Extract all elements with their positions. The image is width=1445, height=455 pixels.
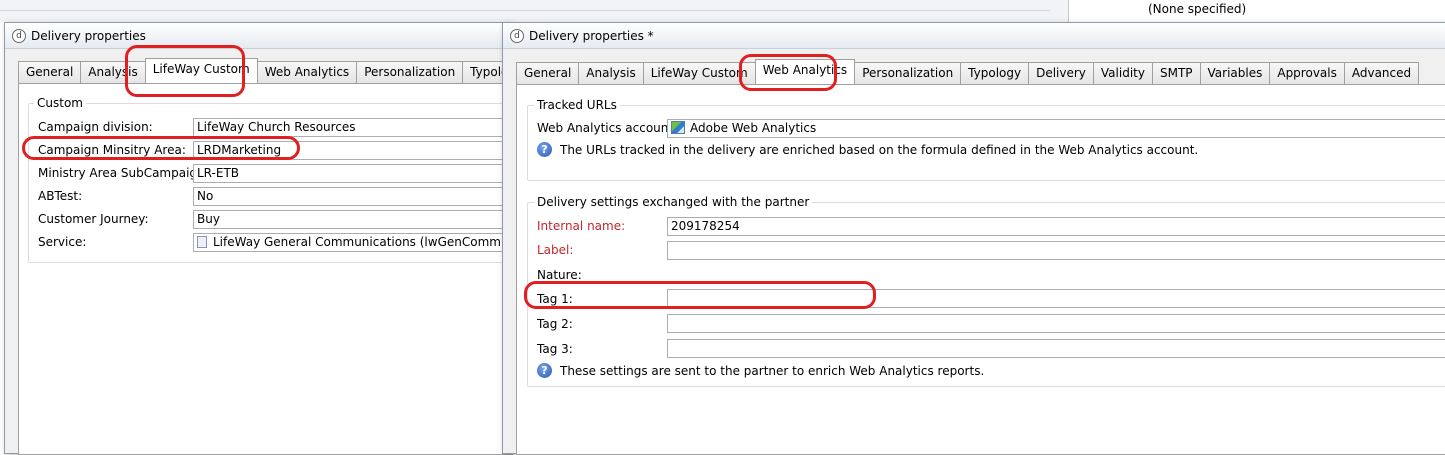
left-tab-panel: Custom Campaign division: LifeWay Church… bbox=[18, 83, 518, 455]
customer-journey-label: Customer Journey: bbox=[38, 212, 149, 226]
service-document-icon bbox=[197, 236, 207, 248]
none-specified-label: (None specified) bbox=[1148, 2, 1247, 16]
left-tab-general[interactable]: General bbox=[18, 61, 82, 83]
campaign-ministry-area-field[interactable]: LRDMarketing bbox=[193, 141, 513, 160]
service-field[interactable]: LifeWay General Communications (lwGenCom… bbox=[193, 233, 513, 252]
right-dialog-title: Delivery properties * bbox=[529, 29, 654, 43]
background-list-panel bbox=[1068, 0, 1445, 22]
service-label: Service: bbox=[38, 235, 87, 249]
right-tab-advanced[interactable]: Advanced bbox=[1343, 62, 1420, 84]
label-field-label: Label: bbox=[537, 243, 574, 257]
tag3-field[interactable] bbox=[667, 339, 1445, 358]
right-tab-approvals[interactable]: Approvals bbox=[1269, 62, 1345, 84]
settings-info-text: These settings are sent to the partner t… bbox=[560, 364, 985, 378]
right-tab-general[interactable]: General bbox=[516, 62, 580, 84]
background-divider bbox=[0, 10, 1050, 11]
tag3-label: Tag 3: bbox=[537, 342, 573, 356]
ministry-area-subcampaign-label: Ministry Area SubCampaign: bbox=[38, 166, 209, 180]
abtest-label: ABTest: bbox=[38, 189, 83, 203]
delivery-icon: d bbox=[510, 29, 524, 43]
campaign-ministry-area-label: Campaign Minsitry Area: bbox=[38, 143, 186, 157]
internal-name-field[interactable]: 209178254 bbox=[667, 217, 1445, 236]
nature-label: Nature: bbox=[537, 268, 582, 282]
right-delivery-properties-dialog: d Delivery properties * General Analysis… bbox=[502, 22, 1445, 455]
right-tab-web-analytics[interactable]: Web Analytics bbox=[754, 59, 856, 84]
service-value: LifeWay General Communications (lwGenCom… bbox=[213, 235, 506, 249]
right-tab-personalization[interactable]: Personalization bbox=[854, 62, 962, 84]
tag1-field[interactable] bbox=[667, 289, 1445, 308]
right-tab-bar: General Analysis LifeWay Custom Web Anal… bbox=[516, 59, 1420, 84]
tracked-urls-info-text: The URLs tracked in the delivery are enr… bbox=[560, 143, 1199, 157]
info-icon: ? bbox=[537, 363, 552, 378]
right-tab-validity[interactable]: Validity bbox=[1092, 62, 1153, 84]
web-analytics-account-label: Web Analytics account: bbox=[537, 121, 678, 135]
left-tab-bar: General Analysis LifeWay Custom Web Anal… bbox=[18, 58, 532, 83]
right-tab-lifeway-custom[interactable]: LifeWay Custom bbox=[642, 62, 756, 84]
campaign-division-label: Campaign division: bbox=[38, 120, 153, 134]
left-tab-personalization[interactable]: Personalization bbox=[356, 61, 464, 83]
tag1-label: Tag 1: bbox=[537, 292, 573, 306]
custom-group-title: Custom bbox=[34, 96, 86, 110]
ministry-area-subcampaign-field[interactable]: LR-ETB bbox=[193, 164, 513, 183]
right-tab-delivery[interactable]: Delivery bbox=[1028, 62, 1094, 84]
delivery-settings-group-title: Delivery settings exchanged with the par… bbox=[534, 195, 813, 209]
info-icon: ? bbox=[537, 142, 552, 157]
right-dialog-titlebar[interactable]: d Delivery properties * bbox=[503, 23, 1445, 49]
right-tab-panel: Tracked URLs Web Analytics account: Adob… bbox=[516, 84, 1445, 455]
tracked-urls-group-title: Tracked URLs bbox=[534, 98, 620, 112]
right-tab-typology[interactable]: Typology bbox=[960, 62, 1030, 84]
internal-name-label: Internal name: bbox=[537, 219, 626, 233]
left-dialog-title: Delivery properties bbox=[31, 29, 146, 43]
label-field[interactable] bbox=[667, 241, 1445, 260]
web-analytics-account-value: Adobe Web Analytics bbox=[690, 121, 817, 135]
customer-journey-field[interactable]: Buy bbox=[193, 210, 513, 229]
left-tab-lifeway-custom[interactable]: LifeWay Custom bbox=[144, 58, 258, 83]
right-tab-smtp[interactable]: SMTP bbox=[1151, 62, 1201, 84]
left-tab-analysis[interactable]: Analysis bbox=[80, 61, 146, 83]
tag2-label: Tag 2: bbox=[537, 317, 573, 331]
left-tab-web-analytics[interactable]: Web Analytics bbox=[256, 61, 358, 83]
left-delivery-properties-dialog: d Delivery properties General Analysis L… bbox=[4, 22, 532, 455]
left-dialog-titlebar[interactable]: d Delivery properties bbox=[5, 23, 509, 49]
tag2-field[interactable] bbox=[667, 314, 1445, 333]
abtest-field[interactable]: No bbox=[193, 187, 513, 206]
delivery-icon: d bbox=[12, 29, 26, 43]
right-tab-analysis[interactable]: Analysis bbox=[578, 62, 644, 84]
campaign-division-field[interactable]: LifeWay Church Resources bbox=[193, 118, 513, 137]
analytics-chart-icon bbox=[671, 121, 685, 134]
right-tab-variables[interactable]: Variables bbox=[1199, 62, 1271, 84]
web-analytics-account-field[interactable]: Adobe Web Analytics bbox=[667, 119, 1445, 138]
